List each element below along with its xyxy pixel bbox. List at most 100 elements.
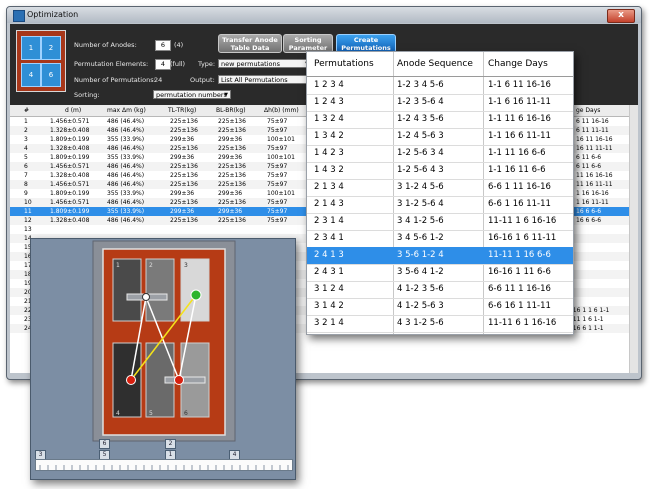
thumb-cell-2: 2: [41, 36, 61, 60]
permutation-cell: 3 4 5-6 1-2: [397, 233, 444, 243]
col-header[interactable]: Δh(b) (mm): [264, 105, 299, 116]
permutation-cell: 6-6 16 1 11-11: [488, 301, 551, 311]
table-cell: 225±136: [170, 127, 198, 134]
permutation-cell: 11-11 1 6 16-16: [488, 216, 557, 226]
timeline-ruler[interactable]: [35, 459, 293, 471]
permutation-cell: 4 1-2 3 5-6: [397, 284, 444, 294]
permutation-row[interactable]: 2 4 1 3 3 5-6 1-2 4 11-11 1 16 6-6: [307, 247, 573, 265]
table-cell: 486 (46.4%): [107, 181, 145, 188]
slot-number: 4: [116, 410, 120, 417]
permutation-cell: 2 1 4 3: [314, 199, 344, 209]
app-icon: [13, 10, 25, 22]
table-cell: 486 (46.4%): [107, 118, 145, 125]
sorting-label: Sorting:: [74, 91, 100, 99]
table-cell: 355 (33.9%): [107, 154, 145, 161]
table-cell: 225±136: [218, 217, 246, 224]
permutation-row[interactable]: 2 1 3 4 3 1-2 4 5-6 6-6 1 11 16-16: [307, 179, 573, 197]
col-header-change-days[interactable]: Change Days: [488, 52, 548, 76]
permutation-cell: 1-1 16 11 6-6: [488, 165, 546, 175]
permutation-row[interactable]: 1 3 2 4 1-2 4 3 5-6 1-1 11 6 16-16: [307, 111, 573, 129]
permutation-list-popup[interactable]: Permutations Anode Sequence Change Days …: [306, 51, 574, 335]
permutation-row[interactable]: 2 3 1 4 3 4 1-2 5-6 11-11 1 6 16-16: [307, 213, 573, 231]
permutation-cell: 2 1 3 4: [314, 182, 344, 192]
slot-number: 2: [149, 262, 153, 269]
table-cell: 75±97: [267, 118, 288, 125]
table-cell: 13: [24, 226, 32, 233]
permutation-cell: 16-16 1 6 11-11: [488, 233, 557, 243]
sorting-select[interactable]: permutation numbers ▼: [153, 90, 231, 99]
thumb-cell-4: 4: [21, 63, 41, 87]
table-cell: 1.328±0.408: [50, 172, 90, 179]
table-cell: 3: [24, 136, 28, 143]
table-cell: 299±36: [218, 190, 243, 197]
anode-visualization-window[interactable]: 1 2 3 4 5 6 6 2 3 5 1 4: [30, 238, 296, 480]
col-header[interactable]: #: [24, 105, 29, 116]
table-cell: 225±136: [218, 172, 246, 179]
table-cell: 11 16 16-16: [576, 172, 613, 179]
type-select-value: new permutations: [221, 60, 281, 68]
col-header[interactable]: max Δm (kg): [107, 105, 146, 116]
table-cell: 299±36: [170, 208, 195, 215]
permutation-row[interactable]: 1 4 3 2 1-2 5-6 4 3 1-1 16 11 6-6: [307, 162, 573, 180]
table-cell: 12: [24, 217, 32, 224]
permutation-row[interactable]: 2 4 3 1 3 5-6 4 1-2 16-16 1 11 6-6: [307, 264, 573, 282]
col-header[interactable]: ge Days: [576, 105, 600, 116]
permutation-row[interactable]: 1 2 4 3 1-2 3 5-6 4 1-1 6 16 11-11: [307, 94, 573, 112]
permutation-row[interactable]: 3 2 1 4 4 3 1-2 5-6 11-11 6 1 16-16: [307, 315, 573, 333]
output-select[interactable]: List All Permutations: [218, 75, 312, 84]
permutation-row[interactable]: 3 1 4 2 4 1-2 5-6 3 6-6 16 1 11-11: [307, 298, 573, 316]
permutation-row[interactable]: 2 3 4 1 3 4 5-6 1-2 16-16 1 6 11-11: [307, 230, 573, 248]
table-cell: 16 11 16-16: [576, 136, 613, 143]
type-label: Type:: [198, 60, 216, 68]
slot-number: 6: [184, 410, 188, 417]
results-scrollbar[interactable]: [629, 105, 638, 373]
col-header-permutations[interactable]: Permutations: [314, 52, 374, 76]
table-cell: 1 16 11-11: [576, 199, 609, 206]
anodes-label: Number of Anodes:: [74, 41, 137, 49]
thumb-cell-1: 1: [21, 36, 41, 60]
permutation-cell: 6-6 1 16 11-11: [488, 199, 551, 209]
col-header-anode-sequence[interactable]: Anode Sequence: [397, 52, 473, 76]
permutation-row[interactable]: 1 4 2 3 1-2 5-6 3 4 1-1 11 16 6-6: [307, 145, 573, 163]
table-cell: 16 6 6-6: [576, 217, 602, 224]
sorting-select-value: permutation numbers: [156, 91, 227, 99]
permutation-cell: 1 2 4 3: [314, 97, 344, 107]
table-cell: 1.328±0.408: [50, 127, 90, 134]
permutation-cell: 16-16 1 11 6-6: [488, 267, 551, 277]
table-cell: 299±36: [170, 190, 195, 197]
table-cell: 299±36: [170, 154, 195, 161]
elements-paren: (full): [170, 60, 186, 68]
position-tag[interactable]: 6: [99, 439, 110, 449]
transfer-anode-table-button[interactable]: Transfer Anode Table Data: [218, 34, 282, 53]
chevron-down-icon: ▼: [224, 92, 228, 98]
col-header[interactable]: d (m): [65, 105, 81, 116]
table-cell: 299±36: [218, 208, 243, 215]
anode-layout-thumbnail[interactable]: 1 2 4 6: [16, 30, 66, 92]
table-cell: 486 (46.4%): [107, 145, 145, 152]
elements-input[interactable]: 4: [155, 59, 171, 70]
position-tag[interactable]: 2: [165, 439, 176, 449]
permutation-row[interactable]: 1 2 3 4 1-2 3 4 5-6 1-1 6 11 16-16: [307, 77, 573, 95]
anodes-input[interactable]: 6: [155, 40, 171, 51]
title-bar[interactable]: Optimization x: [7, 7, 641, 23]
table-cell: 75±97: [267, 145, 288, 152]
table-cell: 355 (33.9%): [107, 190, 145, 197]
type-select[interactable]: new permutations ▼: [218, 59, 312, 68]
table-cell: 11: [24, 208, 32, 215]
sorting-button-line1: Sorting: [294, 36, 322, 44]
table-cell: 75±97: [267, 199, 288, 206]
permutation-row[interactable]: 3 1 2 4 4 1-2 3 5-6 6-6 11 1 16-16: [307, 281, 573, 299]
table-cell: 75±97: [267, 172, 288, 179]
permutation-cell: 2 3 1 4: [314, 216, 344, 226]
permutation-row[interactable]: 2 1 4 3 3 1-2 5-6 4 6-6 1 16 11-11: [307, 196, 573, 214]
permutation-row[interactable]: 1 3 4 2 1-2 4 5-6 3 1-1 16 6 11-11: [307, 128, 573, 146]
table-cell: 225±136: [218, 199, 246, 206]
table-cell: 225±136: [170, 172, 198, 179]
table-cell: 225±136: [218, 127, 246, 134]
col-header[interactable]: TL-TR(kg): [168, 105, 196, 116]
table-cell: 355 (33.9%): [107, 136, 145, 143]
slot-number: 1: [116, 262, 120, 269]
close-button[interactable]: x: [607, 9, 635, 23]
table-cell: 7: [24, 172, 28, 179]
col-header[interactable]: BL-BR(kg): [216, 105, 246, 116]
